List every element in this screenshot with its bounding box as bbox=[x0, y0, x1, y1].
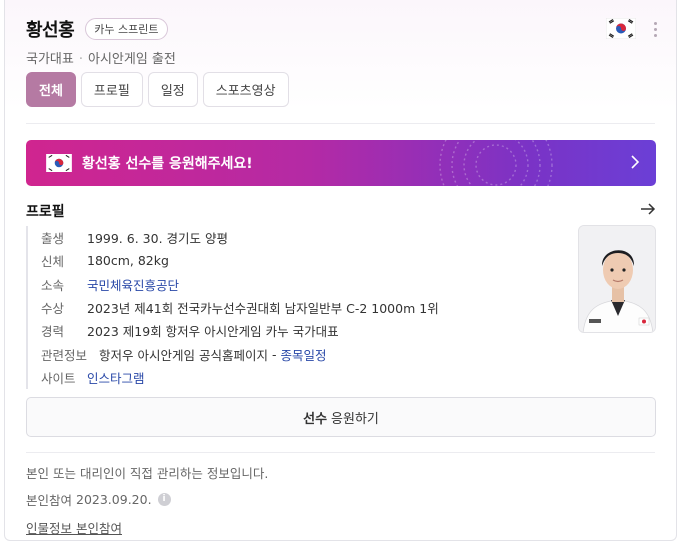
athlete-subline: 국가대표 · 아시안게임 출전 bbox=[26, 48, 176, 67]
participation-info: 본인참여 2023.09.20. i bbox=[26, 490, 268, 509]
event-text: 아시안게임 출전 bbox=[87, 52, 176, 67]
separator-dot: · bbox=[78, 52, 83, 67]
cheer-banner[interactable]: 황선홍 선수를 응원해주세요! bbox=[26, 140, 656, 186]
related-site-text: 항저우 아시안게임 공식홈페이지 bbox=[99, 347, 268, 363]
row-label: 수상 bbox=[41, 301, 65, 317]
profile-row-birth: 출생 1999. 6. 30. 경기도 양평 bbox=[28, 226, 466, 249]
tab-profile[interactable]: 프로필 bbox=[80, 72, 143, 107]
profile-row-award: 수상 2023년 제41회 전국카누선수권대회 남자일반부 C-2 1000m … bbox=[28, 296, 466, 319]
athlete-header: 황선홍 카누 스프린트 국가대표 · 아시안게임 출전 bbox=[26, 16, 176, 67]
instagram-link[interactable]: 인스타그램 bbox=[87, 368, 145, 387]
row-value: 1999. 6. 30. 경기도 양평 bbox=[87, 231, 228, 247]
athlete-name: 황선홍 bbox=[26, 20, 75, 41]
row-label: 경력 bbox=[41, 324, 65, 340]
team-text: 국가대표 bbox=[26, 52, 74, 67]
athlete-card: 황선홍 카누 스프린트 국가대표 · 아시안게임 출전 전체 프로필 일정 스포츠영… bbox=[4, 0, 677, 541]
profile-section-title: 프로필 bbox=[26, 204, 65, 220]
profile-row-related: 관련정보 항저우 아시안게임 공식홈페이지 - 종목일정 bbox=[28, 342, 466, 365]
athlete-portrait bbox=[579, 226, 655, 332]
korea-flag-icon bbox=[606, 18, 636, 39]
tab-bar: 전체 프로필 일정 스포츠영상 bbox=[26, 72, 289, 107]
tab-schedule[interactable]: 일정 bbox=[147, 72, 198, 107]
row-label: 출생 bbox=[41, 231, 65, 247]
cheer-text: 응원하기 bbox=[331, 411, 379, 427]
row-label: 관련정보 bbox=[41, 347, 88, 363]
row-label: 소속 bbox=[41, 277, 65, 293]
arrow-right-icon[interactable] bbox=[640, 202, 656, 216]
related-separator: - bbox=[271, 346, 277, 362]
schedule-link[interactable]: 종목일정 bbox=[280, 345, 326, 364]
row-value: 2023년 제41회 전국카누선수권대회 남자일반부 C-2 1000m 1위 bbox=[87, 301, 439, 317]
team-link[interactable]: 국민체육진흥공단 bbox=[87, 275, 179, 294]
divider bbox=[26, 123, 655, 124]
korea-flag-icon bbox=[46, 154, 72, 172]
profile-row-site: 사이트 인스타그램 bbox=[28, 366, 466, 389]
tab-all[interactable]: 전체 bbox=[26, 72, 76, 107]
participation-label: 본인참여 bbox=[26, 493, 73, 508]
participation-date: 2023.09.20. bbox=[76, 492, 152, 507]
footer-notice: 본인 또는 대리인이 직접 관리하는 정보입니다. bbox=[26, 466, 269, 481]
sport-badge[interactable]: 카누 스프린트 bbox=[85, 18, 168, 40]
divider bbox=[26, 452, 655, 453]
banner-text: 황선홍 선수를 응원해주세요! bbox=[82, 156, 253, 172]
info-icon[interactable]: i bbox=[157, 493, 171, 506]
row-value: 2023 제19회 항저우 아시안게임 카누 국가대표 bbox=[87, 324, 339, 340]
row-label: 사이트 bbox=[41, 370, 76, 386]
more-vertical-icon[interactable] bbox=[652, 22, 658, 38]
footer: 본인 또는 대리인이 직접 관리하는 정보입니다. 본인참여 2023.09.2… bbox=[26, 463, 268, 537]
profile-row-body: 신체 180cm, 82kg bbox=[28, 249, 466, 272]
banner-decoration bbox=[439, 140, 553, 186]
tab-sports-video[interactable]: 스포츠영상 bbox=[202, 72, 289, 107]
row-label: 신체 bbox=[41, 254, 65, 270]
chevron-right-icon bbox=[631, 155, 640, 169]
self-participation-link[interactable]: 인물정보 본인참여 bbox=[26, 518, 268, 537]
athlete-photo[interactable] bbox=[578, 225, 656, 333]
row-value: 180cm, 82kg bbox=[87, 253, 169, 269]
profile-list: 출생 1999. 6. 30. 경기도 양평 신체 180cm, 82kg 소속… bbox=[26, 226, 466, 390]
cheer-button[interactable]: 선수 응원하기 bbox=[26, 397, 656, 437]
cheer-bold: 선수 bbox=[303, 411, 328, 427]
profile-row-team: 소속 국민체육진흥공단 bbox=[28, 273, 466, 296]
profile-row-career: 경력 2023 제19회 항저우 아시안게임 카누 국가대표 bbox=[28, 319, 466, 342]
